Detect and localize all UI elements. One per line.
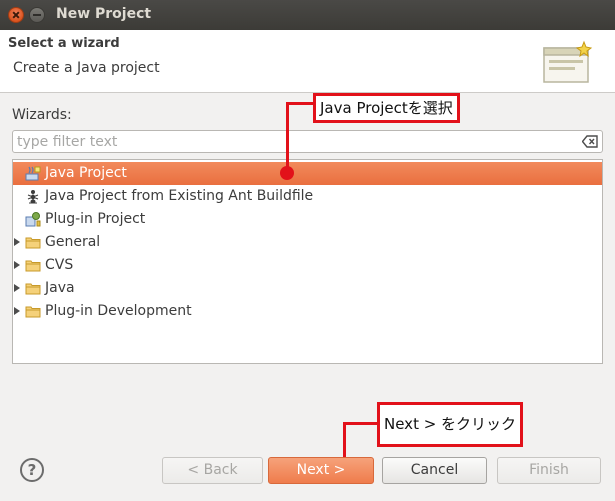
expand-arrow-icon[interactable]: [14, 307, 20, 315]
wizards-label: Wizards:: [12, 107, 72, 123]
filter-input[interactable]: [17, 133, 577, 151]
wizard-tree[interactable]: Java Project Java Project from Existing …: [12, 159, 603, 364]
window-title: New Project: [56, 6, 152, 22]
annotation-marker: [280, 166, 294, 180]
expand-arrow-icon[interactable]: [14, 261, 20, 269]
plugin-project-icon: [25, 212, 41, 227]
wizard-banner-icon: [543, 40, 593, 83]
filter-field: [12, 130, 603, 153]
clear-filter-icon[interactable]: [582, 135, 598, 148]
tree-item-label: Java: [45, 280, 75, 296]
expand-arrow-icon[interactable]: [14, 284, 20, 292]
folder-icon: [25, 260, 41, 272]
folder-icon: [25, 306, 41, 318]
annotation-click-next: Next > をクリック: [377, 402, 524, 447]
help-button[interactable]: ?: [20, 458, 44, 482]
tree-item-plugin-project[interactable]: Plug-in Project: [13, 208, 602, 231]
tree-item-label: CVS: [45, 257, 74, 273]
tree-item-label: General: [45, 234, 101, 250]
java-project-icon: [25, 166, 41, 181]
tree-item-java[interactable]: Java: [13, 277, 602, 300]
tree-item-label: Java Project: [45, 165, 127, 181]
next-button[interactable]: Next >: [268, 457, 374, 484]
cancel-button[interactable]: Cancel: [382, 457, 487, 484]
title-bar: New Project: [0, 0, 615, 30]
wizard-header: Select a wizard Create a Java project: [0, 30, 615, 93]
tree-item-ant-buildfile[interactable]: Java Project from Existing Ant Buildfile: [13, 185, 602, 208]
tree-item-label: Plug-in Development: [45, 303, 192, 319]
finish-button[interactable]: Finish: [497, 457, 601, 484]
tree-item-general[interactable]: General: [13, 231, 602, 254]
annotation-select-java-project: Java Projectを選択: [313, 93, 460, 123]
minimize-window-button[interactable]: [29, 7, 45, 23]
tree-item-label: Java Project from Existing Ant Buildfile: [45, 188, 314, 204]
annotation-connector: [343, 422, 379, 425]
tree-item-cvs[interactable]: CVS: [13, 254, 602, 277]
ant-icon: [27, 190, 39, 204]
header-title: Select a wizard: [8, 36, 120, 51]
folder-icon: [25, 283, 41, 295]
close-window-button[interactable]: [8, 7, 24, 23]
tree-item-label: Plug-in Project: [45, 211, 146, 227]
back-button[interactable]: < Back: [162, 457, 263, 484]
tree-item-plugin-development[interactable]: Plug-in Development: [13, 300, 602, 323]
header-description: Create a Java project: [13, 60, 160, 76]
tree-item-java-project[interactable]: Java Project: [13, 162, 602, 185]
expand-arrow-icon[interactable]: [14, 238, 20, 246]
annotation-connector: [286, 102, 316, 105]
folder-icon: [25, 237, 41, 249]
annotation-connector: [286, 102, 289, 172]
